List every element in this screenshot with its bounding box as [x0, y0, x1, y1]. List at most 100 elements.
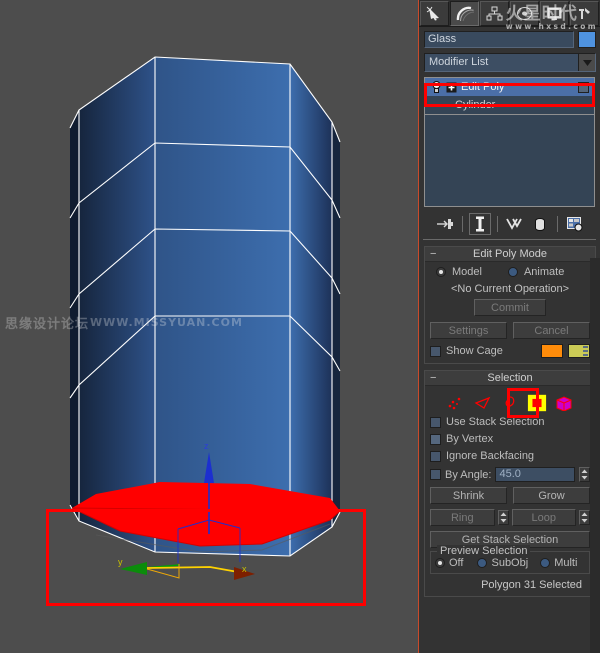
rollout-body-selection: Use Stack Selection By Vertex Ignore Bac… [425, 386, 595, 596]
preview-selection-group: Preview Selection Off SubObj Multi [430, 545, 590, 574]
rollout-body-edit-poly-mode: Model Animate <No Current Operation> Com… [425, 262, 595, 363]
modify-tab[interactable] [450, 0, 479, 26]
command-panel-tabs: 火星时代 www.hxsd.com [419, 0, 600, 31]
motion-tab[interactable] [510, 0, 539, 26]
modifier-list-dropdown[interactable]: Modifier List [424, 53, 596, 72]
checkbox-show-cage[interactable] [430, 345, 441, 357]
hammer-icon [579, 7, 590, 19]
stack-item-label: Cylinder [455, 99, 496, 111]
viewport-canvas: z y x [69, 56, 342, 580]
checkbox-use-stack-selection[interactable] [430, 416, 441, 428]
rollout-title: Selection [487, 372, 533, 384]
axis-label-z: z [204, 441, 209, 451]
rainbow-arc-icon [456, 6, 474, 21]
stack-item-cylinder[interactable]: Cylinder [425, 96, 594, 114]
checkbox-ignore-backfacing[interactable] [430, 450, 441, 462]
monitor-icon [547, 7, 562, 20]
command-panel: 火星时代 www.hxsd.com Glass Modifier List Ed… [419, 0, 600, 653]
chevron-down-icon[interactable] [578, 54, 595, 71]
label-preview-subobj: SubObj [491, 557, 529, 569]
current-operation-status: <No Current Operation> [450, 283, 569, 295]
make-unique-icon[interactable] [504, 213, 526, 235]
toolbar-divider [556, 216, 558, 232]
label-model: Model [452, 266, 482, 278]
label-preview-multi: Multi [554, 557, 578, 569]
radio-preview-multi[interactable] [540, 558, 551, 568]
modifier-list-label: Modifier List [429, 56, 489, 68]
radio-preview-subobj[interactable] [477, 558, 488, 568]
ring-spinner[interactable] [497, 510, 509, 525]
modifier-stack[interactable]: Edit Poly Cylinder [424, 77, 595, 207]
label-show-cage: Show Cage [446, 345, 503, 357]
preview-selection-title: Preview Selection [437, 545, 531, 557]
element-icon[interactable] [554, 394, 574, 412]
lightbulb-icon[interactable] [431, 80, 442, 94]
edge-icon[interactable] [473, 394, 493, 412]
stack-item-label: Edit Poly [461, 81, 505, 93]
radio-animate[interactable] [507, 267, 518, 277]
expand-plus-icon[interactable] [446, 82, 457, 93]
cage-color-swatch-1[interactable] [541, 344, 563, 358]
stack-item-toggle[interactable] [578, 81, 589, 93]
label-ignore-backfacing: Ignore Backfacing [446, 450, 535, 462]
shrink-button[interactable]: Shrink [430, 487, 507, 504]
create-tab[interactable] [420, 0, 449, 26]
grow-button[interactable]: Grow [513, 487, 590, 504]
loop-spinner[interactable] [579, 510, 590, 525]
ring-button[interactable]: Ring [430, 509, 495, 526]
axis-label-x: x [242, 564, 247, 574]
collapse-minus-icon[interactable]: − [430, 372, 436, 384]
label-use-stack-selection: Use Stack Selection [446, 416, 545, 428]
commit-button[interactable]: Commit [474, 299, 546, 316]
axis-label-y: y [118, 557, 123, 567]
panel-scrollbar[interactable] [590, 258, 600, 653]
selection-status: Polygon 31 Selected [481, 579, 582, 591]
remove-modifier-icon[interactable] [529, 213, 551, 235]
rollout-header-edit-poly-mode[interactable]: − Edit Poly Mode [425, 247, 595, 262]
by-angle-input[interactable]: 45.0 [495, 467, 575, 482]
object-name-row: Glass [419, 27, 600, 51]
stack-toolbar-divider [423, 239, 596, 240]
modifier-stack-toolbar [419, 209, 600, 239]
rollout-selection: − Selection Use Stack Selection By Verte… [424, 370, 596, 597]
rollout-header-selection[interactable]: − Selection [425, 371, 595, 386]
radio-preview-off[interactable] [435, 558, 445, 568]
wheel-icon [517, 6, 532, 20]
display-tab[interactable] [540, 0, 569, 26]
subobject-level-buttons [430, 388, 590, 418]
toolbar-divider [496, 216, 498, 232]
show-end-result-icon[interactable] [468, 213, 491, 235]
label-preview-off: Off [449, 557, 464, 569]
hierarchy-icon [486, 6, 503, 20]
cancel-button[interactable]: Cancel [513, 322, 590, 339]
loop-button[interactable]: Loop [511, 509, 576, 526]
3dsmax-window: z y x 思缘设计论坛 WWW.MISSYUAN.COM 火星时代 www.h… [0, 0, 600, 653]
pin-stack-icon[interactable] [434, 213, 456, 235]
object-name-input[interactable]: Glass [424, 30, 574, 48]
label-by-angle: By Angle: [445, 468, 492, 481]
toolbar-divider [461, 216, 463, 232]
vertex-icon[interactable] [446, 394, 466, 412]
modifier-list-row: Modifier List [419, 51, 600, 72]
polygon-icon[interactable] [527, 394, 547, 412]
perspective-viewport[interactable]: z y x 思缘设计论坛 WWW.MISSYUAN.COM [0, 0, 419, 653]
label-animate: Animate [523, 266, 565, 278]
radio-model[interactable] [436, 267, 446, 277]
utilities-tab[interactable] [570, 0, 599, 26]
stack-item-edit-poly[interactable]: Edit Poly [425, 78, 594, 96]
by-angle-spinner[interactable] [579, 467, 590, 482]
rollout-edit-poly-mode: − Edit Poly Mode Model Animate <No Curre… [424, 246, 596, 364]
collapse-minus-icon[interactable]: − [430, 248, 436, 260]
star-pointer-icon [426, 6, 439, 20]
checkbox-by-vertex[interactable] [430, 433, 441, 445]
object-color-swatch[interactable] [578, 30, 596, 48]
border-icon[interactable] [500, 394, 520, 412]
stack-divider [425, 114, 594, 115]
rollout-title: Edit Poly Mode [473, 248, 547, 260]
checkbox-by-angle[interactable] [430, 469, 441, 480]
label-by-vertex: By Vertex [446, 433, 494, 445]
hierarchy-tab[interactable] [480, 0, 509, 26]
panel-resize-grip[interactable] [583, 346, 588, 360]
configure-modifier-sets-icon[interactable] [564, 213, 586, 235]
settings-button[interactable]: Settings [430, 322, 507, 339]
